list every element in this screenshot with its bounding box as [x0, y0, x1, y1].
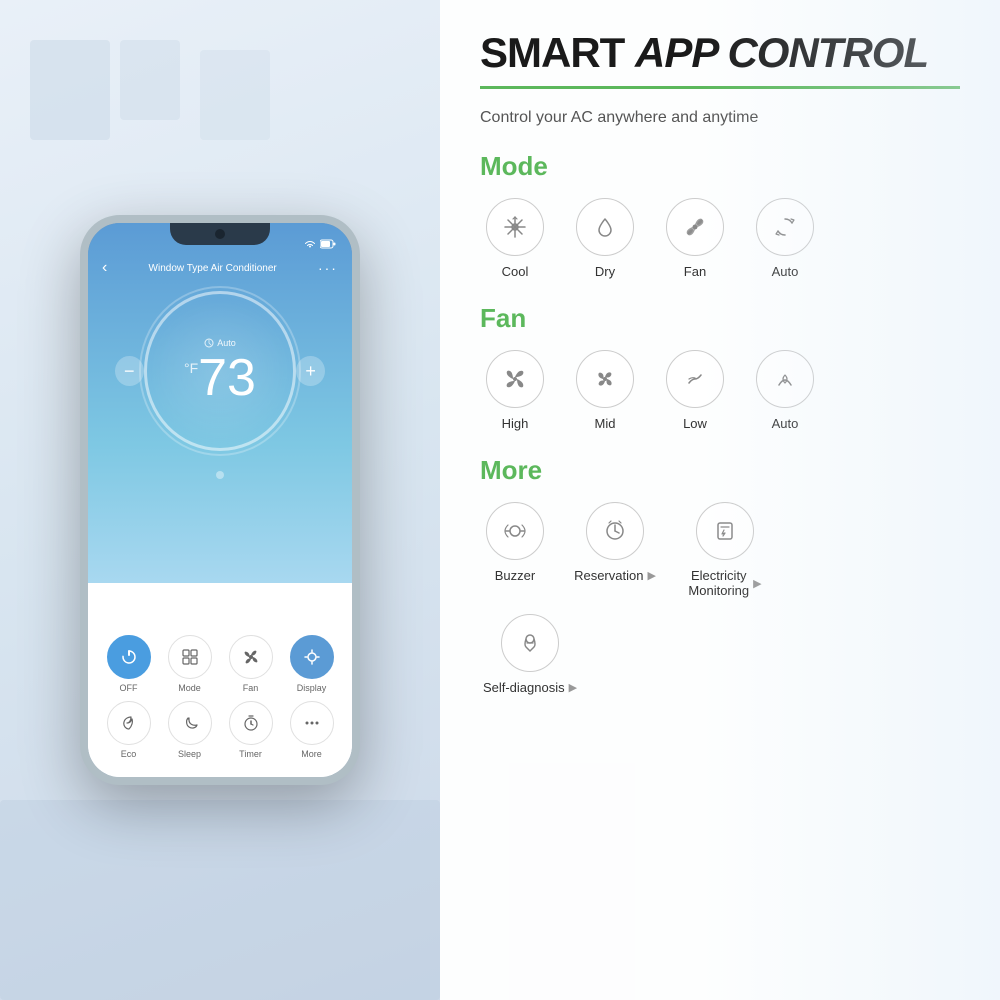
mode-label: Auto	[204, 338, 236, 348]
subtitle-text: Control your AC anywhere and anytime	[480, 109, 960, 127]
title-area: SMART APP CONTROL	[480, 30, 960, 76]
eco-label: Eco	[121, 749, 137, 759]
fan-mode-label: Fan	[684, 264, 706, 279]
cool-label: Cool	[502, 264, 529, 279]
dry-label: Dry	[595, 264, 615, 279]
mode-fan[interactable]: Fan	[660, 198, 730, 279]
mode-icon-grid: Cool Dry Fan Auto	[480, 198, 960, 279]
phone-btn-more[interactable]: More	[290, 701, 334, 759]
sleep-button-circle[interactable]	[168, 701, 212, 745]
fan-mode-icon-circle[interactable]	[666, 198, 724, 256]
mode-btn-label: Mode	[178, 683, 201, 693]
fan-low-icon-circle[interactable]	[666, 350, 724, 408]
green-divider	[480, 86, 960, 89]
fan-low[interactable]: Low	[660, 350, 730, 431]
thermostat-circle: Auto °F 73	[144, 291, 297, 451]
fan-auto[interactable]: Auto	[750, 350, 820, 431]
mode-indicator	[216, 471, 224, 479]
diagnosis-label: Self-diagnosis	[483, 680, 565, 695]
phone-screen: ‹ Window Type Air Conditioner ··· − Auto…	[88, 223, 352, 777]
off-label: OFF	[120, 683, 138, 693]
more-icon-grid-2: Self-diagnosis ▶	[480, 614, 960, 695]
diagnosis-arrow: ▶	[569, 681, 577, 694]
display-button-circle[interactable]	[290, 635, 334, 679]
buzzer-label: Buzzer	[495, 568, 535, 583]
fan-auto-label: Auto	[772, 416, 799, 431]
phone-btn-fan[interactable]: Fan	[229, 635, 273, 693]
more-self-diagnosis[interactable]: Self-diagnosis ▶	[480, 614, 580, 695]
fan-mid-label: Mid	[595, 416, 616, 431]
sleep-label: Sleep	[178, 749, 201, 759]
electricity-icon-circle[interactable]	[696, 502, 754, 560]
phone-app-title: Window Type Air Conditioner	[149, 263, 277, 274]
left-panel: ‹ Window Type Air Conditioner ··· − Auto…	[0, 0, 440, 1000]
page-title: SMART APP CONTROL	[480, 30, 960, 76]
fan-high-label: High	[502, 416, 529, 431]
reservation-arrow: ▶	[647, 569, 655, 582]
phone-buttons-row1: OFF Mode Fan	[98, 635, 342, 693]
mode-section-heading: Mode	[480, 151, 960, 182]
more-label: More	[301, 749, 322, 759]
phone-btn-sleep[interactable]: Sleep	[168, 701, 212, 759]
fan-icon-grid: High Mid Low Auto	[480, 350, 960, 431]
fan-high-icon-circle[interactable]	[486, 350, 544, 408]
fan-mid[interactable]: Mid	[570, 350, 640, 431]
more-electricity[interactable]: ElectricityMonitoring ▶	[680, 502, 770, 598]
fan-low-label: Low	[683, 416, 707, 431]
mode-cool[interactable]: Cool	[480, 198, 550, 279]
timer-button-circle[interactable]	[229, 701, 273, 745]
phone-btn-off[interactable]: OFF	[107, 635, 151, 693]
eco-button-circle[interactable]	[107, 701, 151, 745]
reservation-icon-circle[interactable]	[586, 502, 644, 560]
more-section-heading: More	[480, 455, 960, 486]
phone-app-header: ‹ Window Type Air Conditioner ···	[88, 255, 352, 281]
phone-notch	[170, 223, 270, 245]
phone-btn-eco[interactable]: Eco	[107, 701, 151, 759]
more-button-circle[interactable]	[290, 701, 334, 745]
temperature-display: °F 73	[184, 352, 256, 404]
mode-dry[interactable]: Dry	[570, 198, 640, 279]
diagnosis-icon-circle[interactable]	[501, 614, 559, 672]
fan-mid-icon-circle[interactable]	[576, 350, 634, 408]
phone-buttons-row2: Eco Sleep Timer	[98, 701, 342, 759]
thermostat-area: − Auto °F 73 +	[88, 281, 352, 621]
fan-section-heading: Fan	[480, 303, 960, 334]
electricity-label: ElectricityMonitoring	[688, 568, 749, 598]
reservation-label: Reservation	[574, 568, 643, 583]
buzzer-icon-circle[interactable]	[486, 502, 544, 560]
fan-auto-icon-circle[interactable]	[756, 350, 814, 408]
mode-button-circle[interactable]	[168, 635, 212, 679]
dry-icon-circle[interactable]	[576, 198, 634, 256]
more-icon-grid: Buzzer Reservation ▶ ElectricityMonitori…	[480, 502, 960, 598]
timer-label: Timer	[239, 749, 262, 759]
right-panel: SMART APP CONTROL Control your AC anywhe…	[440, 0, 1000, 1000]
phone-btn-display[interactable]: Display	[290, 635, 334, 693]
display-label: Display	[297, 683, 327, 693]
reservation-label-row: Reservation ▶	[574, 568, 656, 583]
mode-auto[interactable]: Auto	[750, 198, 820, 279]
electricity-label-row: ElectricityMonitoring ▶	[688, 568, 761, 598]
power-button-circle[interactable]	[107, 635, 151, 679]
phone-bottom: OFF Mode Fan	[88, 621, 352, 777]
phone-mockup: ‹ Window Type Air Conditioner ··· − Auto…	[80, 215, 360, 785]
more-buzzer[interactable]: Buzzer	[480, 502, 550, 598]
phone-btn-timer[interactable]: Timer	[229, 701, 273, 759]
auto-icon-circle[interactable]	[756, 198, 814, 256]
phone-btn-mode[interactable]: Mode	[168, 635, 212, 693]
auto-mode-label: Auto	[772, 264, 799, 279]
more-reservation[interactable]: Reservation ▶	[570, 502, 660, 598]
electricity-arrow: ▶	[753, 577, 761, 590]
fan-button-circle[interactable]	[229, 635, 273, 679]
fan-high[interactable]: High	[480, 350, 550, 431]
phone-controls-row: − Auto °F 73 +	[105, 291, 335, 451]
cool-icon-circle[interactable]	[486, 198, 544, 256]
status-icons	[304, 239, 336, 249]
diagnosis-label-row: Self-diagnosis ▶	[483, 680, 577, 695]
fan-btn-label: Fan	[243, 683, 259, 693]
